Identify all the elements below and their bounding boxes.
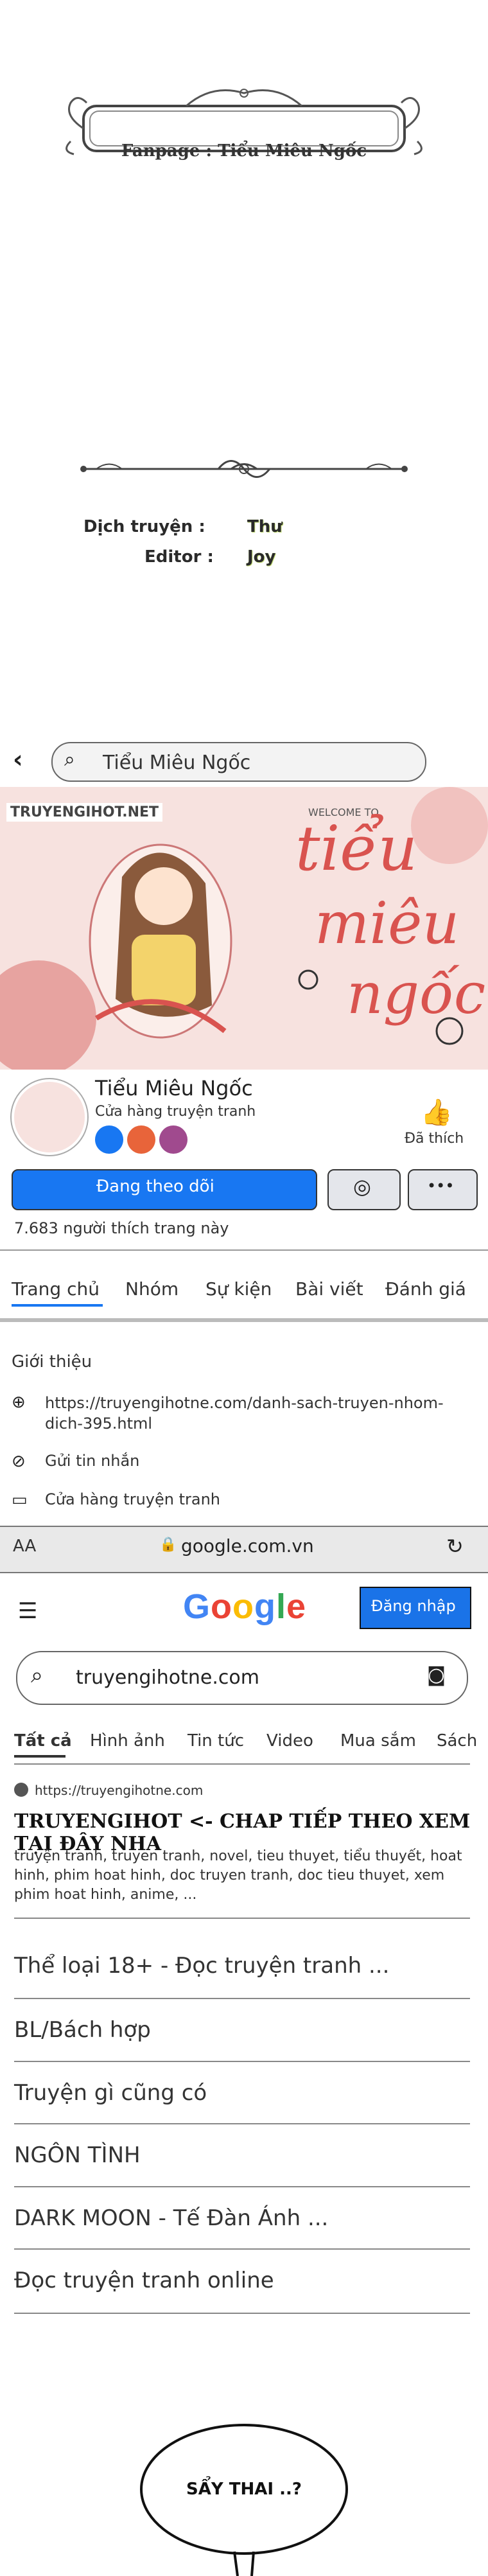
shop-icon: ▭	[12, 1490, 28, 1510]
tab-home[interactable]: Trang chủ	[12, 1278, 100, 1300]
tab-reviews[interactable]: Đánh giá	[385, 1278, 466, 1300]
tab-news[interactable]: Tin tức	[187, 1731, 244, 1751]
divider	[14, 2186, 470, 2187]
ornamental-divider	[80, 460, 408, 478]
camera-icon[interactable]: ◙	[427, 1664, 446, 1686]
like-thumb-icon: 👍	[421, 1098, 453, 1127]
liked-label: Đã thích	[405, 1131, 464, 1147]
send-message-link[interactable]: Gửi tin nhắn	[45, 1452, 139, 1470]
sitelink-3[interactable]: Truyện gì cũng có	[14, 2080, 207, 2106]
site-favicon-icon	[14, 1783, 28, 1797]
tab-images[interactable]: Hình ảnh	[90, 1731, 165, 1751]
menu-icon[interactable]: ☰	[18, 1598, 37, 1624]
about-heading: Giới thiệu	[12, 1352, 92, 1372]
result-snippet: truyện tranh, truyen tranh, novel, tieu …	[14, 1848, 462, 1903]
page-cover-image: TRUYENGIHOT.NET WELCOME TO tiểu miêu ngố…	[0, 787, 488, 1070]
divider	[0, 1249, 488, 1251]
fanpage-label: Fanpage : Tiểu Miêu Ngốc	[121, 141, 367, 161]
sitelink-5[interactable]: DARK MOON - Tế Đàn Ánh ...	[14, 2205, 328, 2231]
sitelink-1[interactable]: Thể loại 18+ - Đọc truyện tranh ...	[14, 1953, 389, 1979]
follow-button-label: Đang theo dõi	[96, 1177, 214, 1196]
shop-badge-icon	[159, 1125, 187, 1154]
lock-icon: 🔒	[159, 1537, 177, 1553]
page-name: Tiểu Miêu Ngốc	[95, 1076, 253, 1100]
page-category: Cửa hàng truyện tranh	[95, 1104, 256, 1120]
sitelink-6[interactable]: Đọc truyện tranh online	[14, 2268, 274, 2293]
login-button-label: Đăng nhập	[371, 1597, 456, 1615]
result-url: https://truyengihotne.com	[35, 1783, 204, 1798]
cover-title-1: tiểu	[295, 813, 418, 885]
reload-icon[interactable]: ↻	[446, 1534, 464, 1558]
tab-books[interactable]: Sách	[437, 1731, 477, 1751]
tab-events[interactable]: Sự kiện	[205, 1278, 272, 1300]
divider	[14, 1998, 470, 1999]
tab-video[interactable]: Video	[266, 1731, 313, 1751]
editor-name: Joy	[247, 547, 276, 567]
sitelink-4[interactable]: NGÔN TÌNH	[14, 2142, 141, 2168]
page-avatar[interactable]	[12, 1079, 87, 1155]
google-logo: Google	[183, 1587, 307, 1626]
bubble-text: SẨY THAI ..?	[186, 2480, 302, 2499]
tab-shopping[interactable]: Mua sắm	[340, 1731, 416, 1751]
globe-icon: ⊕	[12, 1393, 26, 1412]
editor-label: Editor :	[144, 547, 214, 567]
search-icon: ⌕	[31, 1663, 44, 1688]
cover-title-3: ngốc	[347, 960, 486, 1027]
tab-active-indicator	[12, 1304, 103, 1307]
fb-search-value: Tiểu Miêu Ngốc	[103, 752, 251, 774]
divider	[14, 2061, 470, 2062]
more-button-label: •••	[427, 1177, 455, 1195]
tab-active-indicator	[14, 1755, 65, 1758]
translator-label: Dịch truyện :	[83, 517, 205, 536]
tab-posts[interactable]: Bài viết	[295, 1278, 363, 1300]
messenger-small-icon: ⊘	[12, 1452, 26, 1471]
divider	[14, 1763, 470, 1765]
translator-name: Thư	[247, 517, 283, 536]
instagram-badge-icon	[127, 1125, 155, 1154]
text-size-button[interactable]: AA	[13, 1537, 36, 1556]
messenger-badge-icon	[95, 1125, 123, 1154]
cover-title-2: miêu	[315, 890, 460, 957]
shop-link[interactable]: Cửa hàng truyện tranh	[45, 1490, 220, 1508]
back-arrow-icon[interactable]: ‹	[13, 745, 23, 773]
tab-all[interactable]: Tất cả	[14, 1731, 72, 1751]
about-link[interactable]: https://truyengihotne.com/danh-sach-truy…	[45, 1393, 456, 1434]
sitelink-2[interactable]: BL/Bách hợp	[14, 2017, 151, 2043]
divider	[14, 1918, 470, 1919]
likes-count: 7.683 người thích trang này	[14, 1219, 229, 1237]
tab-groups[interactable]: Nhóm	[125, 1278, 179, 1300]
search-icon: ⌕	[64, 748, 75, 771]
divider	[14, 2248, 470, 2250]
messenger-icon: ◎	[353, 1174, 371, 1199]
divider	[0, 1318, 488, 1322]
cover-watermark: TRUYENGIHOT.NET	[6, 803, 163, 822]
google-query: truyengihotne.com	[76, 1666, 259, 1689]
browser-url[interactable]: google.com.vn	[181, 1535, 314, 1557]
divider	[14, 2123, 470, 2124]
divider	[14, 2313, 470, 2314]
